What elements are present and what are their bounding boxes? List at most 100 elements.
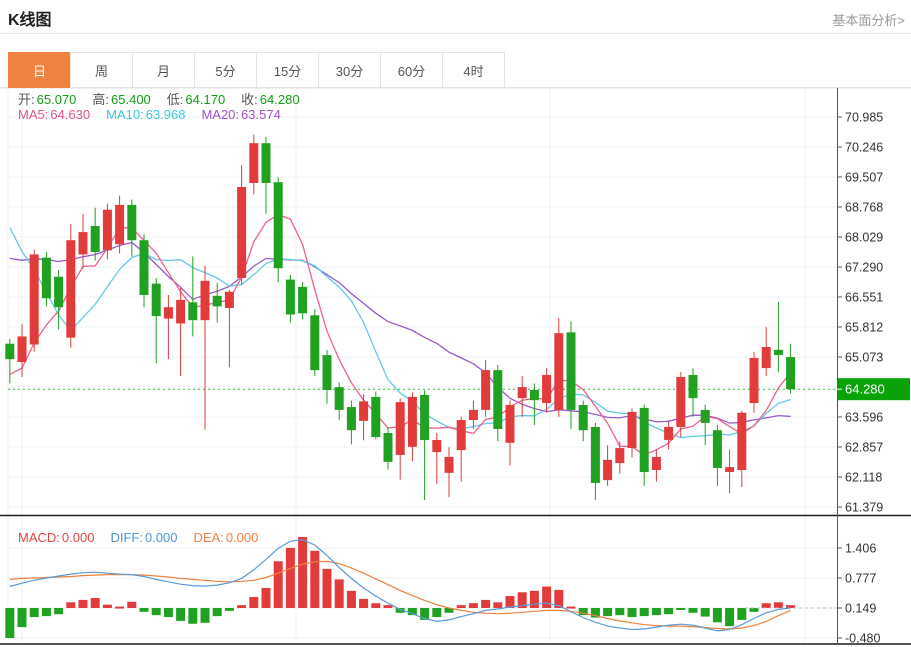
candle-body [335, 387, 344, 410]
candle-body [786, 357, 795, 389]
macd-bar [5, 608, 14, 638]
tab-period-3[interactable]: 5分 [194, 52, 257, 88]
legend-item: 低:64.170 [167, 92, 227, 107]
macd-bar [542, 587, 551, 608]
macd-bar [701, 608, 710, 617]
tab-period-6[interactable]: 60分 [380, 52, 443, 88]
candle-body [469, 410, 478, 420]
candle-body [750, 358, 759, 403]
legend-item: DIFF:0.000 [110, 530, 179, 545]
candle-body [408, 397, 417, 447]
candle-body [506, 405, 515, 443]
macd-bar [640, 608, 649, 616]
tab-period-5[interactable]: 30分 [318, 52, 381, 88]
macd-bar [457, 605, 466, 608]
legend-label: 低: [167, 92, 184, 107]
macd-bar [127, 602, 136, 608]
legend-item: 收:64.280 [241, 92, 301, 107]
candle-body [176, 300, 185, 324]
candle-body [774, 350, 783, 355]
candle-body [689, 375, 698, 398]
candle-body [664, 427, 673, 440]
macd-bar [323, 569, 332, 608]
tab-period-0[interactable]: 日 [8, 52, 71, 88]
candle-body [518, 387, 527, 398]
macd-bar [115, 607, 124, 609]
tab-period-4[interactable]: 15分 [256, 52, 319, 88]
candle-body [42, 258, 51, 299]
candle-body [213, 296, 222, 307]
candle-body [762, 347, 771, 368]
macd-bar [774, 602, 783, 608]
legend-label: MA10: [106, 107, 144, 122]
ma-legend: MA5:64.630MA10:63.968MA20:63.574 [18, 107, 297, 122]
candle-body [18, 336, 27, 362]
macd-bar [384, 605, 393, 608]
legend-label: MACD: [18, 530, 60, 545]
price-tick-label: 70.985 [845, 111, 883, 125]
price-tick-label: 61.379 [845, 501, 883, 515]
candle-body [164, 307, 173, 318]
price-tick-label: 65.812 [845, 321, 883, 335]
price-tick-label: 63.596 [845, 411, 883, 425]
legend-label: 收: [241, 92, 258, 107]
macd-bar [652, 608, 661, 615]
candle-body [371, 397, 380, 437]
macd-bar [689, 608, 698, 613]
candle-body [530, 390, 539, 400]
candle-body [201, 281, 210, 320]
tab-period-2[interactable]: 月 [132, 52, 195, 88]
candle-body [225, 292, 234, 308]
candle-body [481, 370, 490, 410]
legend-item: MACD:0.000 [18, 530, 96, 545]
tab-period-1[interactable]: 周 [70, 52, 133, 88]
legend-label: MA5: [18, 107, 48, 122]
candle-body [432, 440, 441, 452]
macd-bar [140, 608, 149, 612]
macd-bar [335, 579, 344, 608]
candle-body [396, 402, 405, 455]
macd-bar [274, 561, 283, 608]
price-tick-label: 65.073 [845, 351, 883, 365]
macd-bar [664, 608, 673, 614]
candle-body [274, 182, 283, 268]
candle-body [457, 420, 466, 450]
macd-bar [359, 599, 368, 608]
macd-bar [152, 608, 161, 615]
legend-value: 65.400 [111, 92, 151, 107]
candle-body [591, 427, 600, 483]
macd-bar [66, 602, 75, 608]
candle-body [359, 401, 368, 420]
macd-bar [469, 603, 478, 608]
legend-item: 高:65.400 [92, 92, 152, 107]
legend-value: 0.000 [62, 530, 95, 545]
tab-period-7[interactable]: 4时 [442, 52, 505, 88]
candle-body [5, 344, 14, 359]
macd-bar [225, 608, 234, 611]
macd-bar [91, 598, 100, 608]
diff-line [10, 540, 791, 631]
macd-bar [713, 608, 722, 622]
macd-bar [725, 608, 734, 626]
candle-body [347, 407, 356, 430]
macd-bar [530, 591, 539, 608]
ohlc-legend: 开:65.070高:65.400低:64.170收:64.280 [18, 89, 316, 108]
price-tick-label: 70.246 [845, 141, 883, 155]
legend-label: DEA: [193, 530, 223, 545]
legend-item: DEA:0.000 [193, 530, 260, 545]
macd-legend: MACD:0.000DIFF:0.000DEA:0.000 [18, 530, 274, 545]
macd-bar [750, 608, 759, 612]
macd-bar [676, 608, 685, 610]
candle-body [115, 205, 124, 244]
candle-body [237, 187, 246, 278]
candle-body [79, 232, 88, 254]
candle-body [628, 412, 637, 448]
candle-body [262, 143, 271, 183]
macd-bar [176, 608, 185, 621]
macd-bar [286, 548, 295, 608]
macd-bar [481, 600, 490, 608]
legend-label: DIFF: [110, 530, 143, 545]
candle-body [603, 460, 612, 480]
macd-bar [371, 603, 380, 608]
price-tick-label: 66.551 [845, 291, 883, 305]
